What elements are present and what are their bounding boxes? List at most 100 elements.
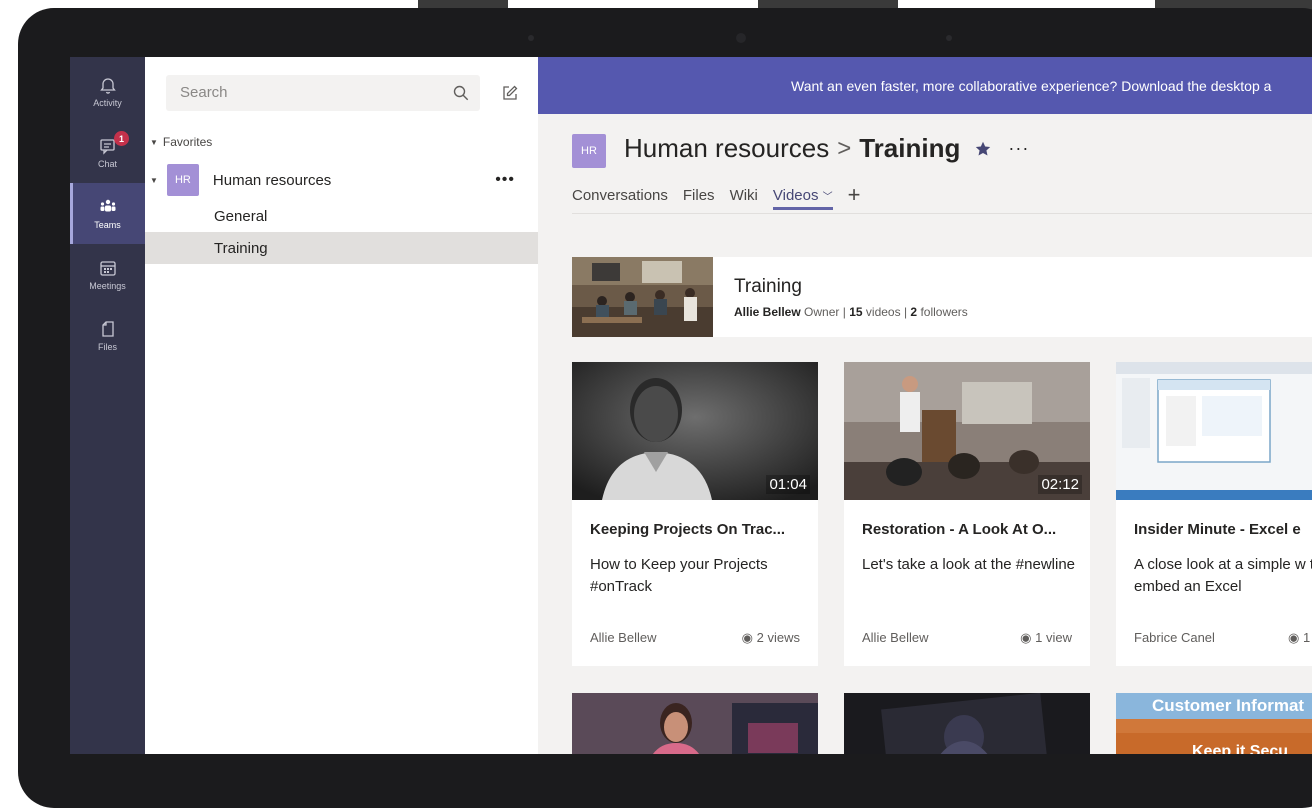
- video-duration: 01:04: [766, 475, 810, 494]
- chevron-down-icon: ﹀: [822, 192, 833, 203]
- video-count: 15: [849, 305, 863, 319]
- owner-name[interactable]: Allie Bellew: [734, 305, 801, 319]
- video-channel-card[interactable]: Training Allie Bellew Owner | 15 videos …: [572, 257, 1312, 337]
- rail-item-meetings[interactable]: Meetings: [70, 244, 145, 305]
- rail-label: Files: [97, 342, 117, 352]
- followers-label: followers: [920, 305, 968, 319]
- divider: [572, 213, 1312, 214]
- breadcrumb-team[interactable]: Human resources: [624, 133, 829, 164]
- search-row: [166, 75, 526, 111]
- thumbnail-overlay-subtitle: Keep it Secu: [1192, 743, 1289, 754]
- rail-label: Chat: [97, 159, 117, 169]
- channel-meta: Allie Bellew Owner | 15 videos | 2 follo…: [734, 305, 968, 319]
- eye-icon: ◉: [1288, 630, 1300, 645]
- channel-title: Training: [734, 276, 802, 297]
- owner-role: Owner: [804, 305, 840, 319]
- sensor-dot: [528, 35, 534, 41]
- views-count: 2 views: [756, 630, 800, 645]
- views-count: 1 view: [1035, 630, 1072, 645]
- rail-item-chat[interactable]: 1 Chat: [70, 122, 145, 183]
- channel-item-general[interactable]: General: [145, 200, 538, 232]
- team-item-human-resources[interactable]: ▼ HR Human resources •••: [150, 163, 530, 197]
- breadcrumb-channel: Training: [859, 133, 961, 163]
- main-content: Want an even faster, more collaborative …: [538, 57, 1312, 754]
- video-author[interactable]: Allie Bellew: [862, 630, 928, 645]
- app-rail: Activity 1 Chat Teams Meetings Files: [70, 57, 145, 754]
- rail-item-files[interactable]: Files: [70, 305, 145, 366]
- video-card[interactable]: [844, 693, 1090, 754]
- add-tab-icon[interactable]: +: [848, 184, 861, 210]
- bell-icon: [99, 78, 116, 94]
- video-thumbnail-image: [572, 693, 818, 754]
- video-title[interactable]: Restoration - A Look At O...: [862, 521, 1056, 538]
- team-avatar: HR: [572, 134, 606, 168]
- videos-label: videos: [865, 305, 901, 319]
- breadcrumb: Human resources > Training ···: [624, 133, 1029, 164]
- download-banner[interactable]: Want an even faster, more collaborative …: [538, 57, 1312, 114]
- search-input[interactable]: [180, 84, 440, 101]
- tab-conversations[interactable]: Conversations: [572, 187, 668, 210]
- video-card[interactable]: [572, 693, 818, 754]
- video-card[interactable]: 02:12 Restoration - A Look At O... Let's…: [844, 362, 1090, 666]
- rail-label: Meetings: [89, 281, 126, 291]
- tab-wiki[interactable]: Wiki: [730, 187, 758, 210]
- video-description: A close look at a simple w to embed an E…: [1134, 556, 1312, 595]
- teams-icon: [100, 199, 115, 212]
- camera-icon: [736, 33, 746, 43]
- sensor-dot: [946, 35, 952, 41]
- channel-tabs: Conversations Files Wiki Videos ﹀ +: [572, 184, 861, 210]
- favorites-header[interactable]: ▼ Favorites: [150, 135, 212, 149]
- rail-item-teams[interactable]: Teams: [70, 183, 145, 244]
- search-box[interactable]: [166, 75, 480, 111]
- calendar-icon: [99, 261, 116, 276]
- caret-down-icon: ▼: [150, 175, 158, 185]
- video-card[interactable]: Customer Informat Keep it Secu: [1116, 693, 1312, 754]
- video-author[interactable]: Allie Bellew: [590, 630, 656, 645]
- video-views: ◉ 1: [1288, 630, 1310, 646]
- channel-label: Training: [214, 239, 268, 257]
- channel-item-training[interactable]: Training: [145, 232, 538, 264]
- eye-icon: ◉: [741, 630, 754, 645]
- eye-icon: ◉: [1020, 630, 1032, 645]
- caret-down-icon: ▼: [150, 137, 158, 147]
- video-card[interactable]: 01:04 Keeping Projects On Trac... How to…: [572, 362, 818, 666]
- video-description: Let's take a look at the #newline: [862, 556, 1076, 573]
- team-name: Human resources: [212, 171, 332, 189]
- breadcrumb-separator: >: [837, 134, 852, 162]
- follower-count: 2: [910, 305, 918, 319]
- video-duration: 02:12: [1038, 475, 1082, 494]
- video-title[interactable]: Keeping Projects On Trac...: [590, 521, 785, 538]
- meta-divider: |: [903, 305, 908, 319]
- teams-app: Activity 1 Chat Teams Meetings Files Sea…: [70, 57, 1312, 754]
- rail-label: Teams: [94, 220, 121, 230]
- video-card[interactable]: Insider Minute - Excel e A close look at…: [1116, 362, 1312, 666]
- teams-panel: ▼ Favorites ▼ HR Human resources ••• Gen…: [145, 57, 538, 754]
- more-options-icon[interactable]: ···: [1008, 138, 1029, 159]
- star-icon[interactable]: [974, 140, 992, 158]
- compose-icon[interactable]: [500, 83, 520, 103]
- meta-divider: |: [842, 305, 846, 319]
- file-icon: [101, 321, 114, 337]
- favorites-label: Favorites: [162, 135, 213, 149]
- tab-videos-label: Videos: [772, 187, 819, 204]
- tab-files[interactable]: Files: [683, 187, 715, 210]
- search-icon[interactable]: [452, 84, 470, 102]
- unread-badge: 1: [114, 131, 129, 146]
- channel-label: General: [214, 207, 268, 225]
- video-author[interactable]: Fabrice Canel: [1134, 630, 1215, 645]
- team-avatar: HR: [166, 164, 199, 196]
- rail-item-activity[interactable]: Activity: [70, 61, 145, 122]
- video-description: How to Keep your Projects #onTrack: [590, 556, 768, 595]
- video-views: ◉ 2 views: [742, 630, 800, 646]
- video-thumbnail-image: [1116, 362, 1312, 500]
- video-thumbnail: 01:04: [572, 362, 818, 500]
- video-views: ◉ 1 view: [1020, 630, 1072, 646]
- video-title[interactable]: Insider Minute - Excel e: [1134, 521, 1301, 538]
- thumbnail-overlay-title: Customer Informat: [1152, 696, 1305, 715]
- rail-label: Activity: [93, 98, 122, 108]
- channel-thumbnail: [572, 257, 713, 337]
- more-options-icon[interactable]: •••: [495, 171, 515, 189]
- tab-videos[interactable]: Videos ﹀: [772, 187, 833, 210]
- video-thumbnail: 02:12: [844, 362, 1090, 500]
- video-thumbnail: [1116, 362, 1312, 500]
